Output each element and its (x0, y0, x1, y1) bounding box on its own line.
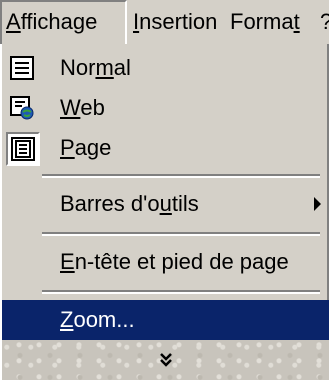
menu-item-page[interactable]: Page (2, 128, 329, 168)
menu-item-toolbars-label: Barres d'outils (60, 191, 199, 216)
page-layout-icon (11, 137, 35, 161)
normal-view-icon (10, 56, 34, 80)
submenu-arrow-icon (314, 197, 321, 211)
menu-item-normal-label: Normal (60, 55, 131, 80)
menu-item-header-footer[interactable]: En-tête et pied de page (2, 242, 329, 282)
menu-separator (42, 174, 320, 178)
menu-affichage-accesskey: A (6, 9, 21, 34)
affichage-dropdown: Normal Web Page Barres d'outils En-tête … (0, 44, 329, 380)
menu-insertion[interactable]: Insertion (133, 0, 217, 44)
menu-affichage-post: ffichage (20, 9, 98, 34)
menu-item-header-footer-label: En-tête et pied de page (60, 249, 289, 274)
menu-help-partial-label: ? (320, 9, 329, 34)
menu-item-page-label: Page (60, 135, 112, 160)
web-layout-icon (10, 96, 34, 120)
menu-item-web[interactable]: Web (2, 88, 329, 128)
menu-separator (42, 290, 320, 294)
menu-bar: Affichage Insertion Format ? (0, 0, 329, 44)
menu-separator (42, 232, 320, 236)
menu-insertion-post: nsertion (139, 9, 218, 34)
menu-format-accesskey: t (293, 9, 300, 34)
menu-item-zoom-label: Zoom... (60, 307, 135, 332)
page-layout-icon-frame (6, 132, 40, 166)
expand-chevrons-icon (159, 353, 172, 367)
menu-item-zoom[interactable]: Zoom... (2, 300, 329, 340)
menu-item-toolbars[interactable]: Barres d'outils (2, 184, 329, 224)
menu-item-web-label: Web (60, 95, 105, 120)
menu-format[interactable]: Format (230, 0, 300, 44)
menu-format-pre: Forma (230, 9, 294, 34)
menu-item-normal[interactable]: Normal (2, 48, 329, 88)
menu-affichage[interactable]: Affichage (0, 0, 127, 44)
menu-help-partial[interactable]: ? (320, 0, 329, 44)
menu-expand-row[interactable] (2, 340, 329, 380)
